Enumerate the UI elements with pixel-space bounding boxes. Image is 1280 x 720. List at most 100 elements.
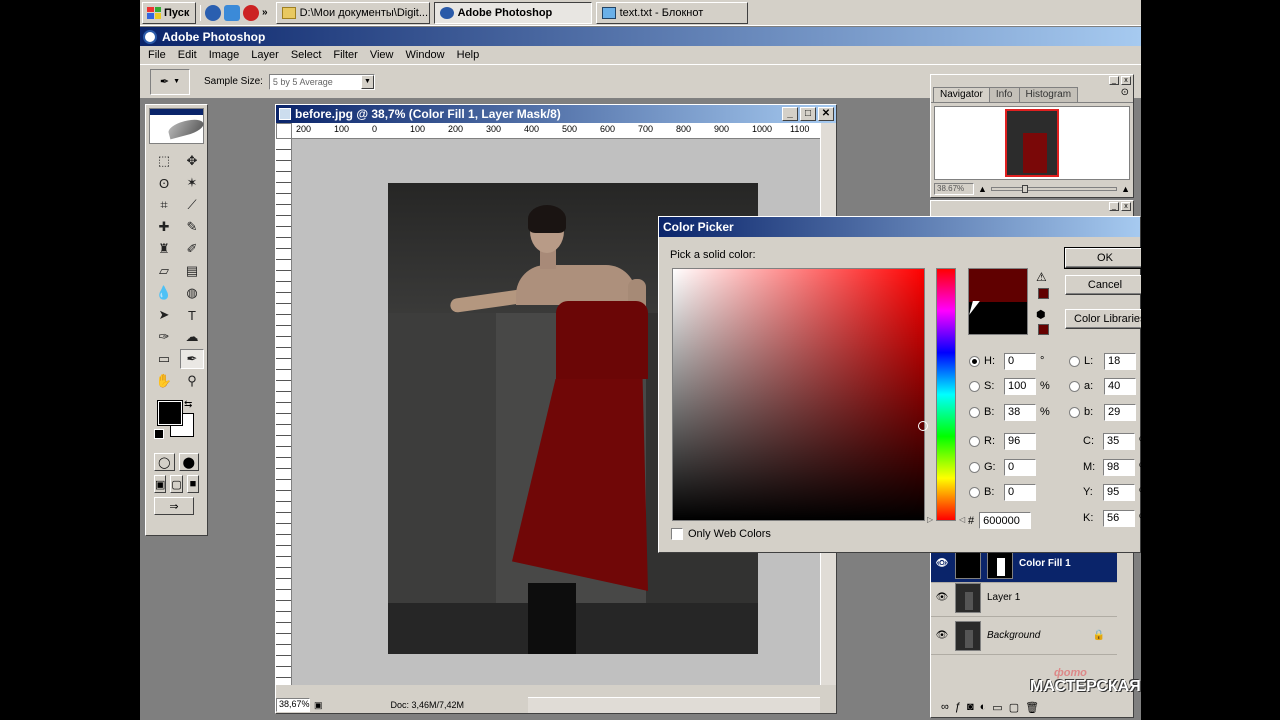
foreground-color[interactable] [157, 400, 183, 426]
vertical-ruler[interactable] [276, 139, 292, 685]
web-safe-color-swatch[interactable] [1038, 324, 1049, 335]
web-colors-option[interactable]: Only Web Colors [671, 528, 771, 540]
panel-menu-icon[interactable]: ⊙ [1121, 87, 1129, 102]
gamut-color-swatch[interactable] [1038, 288, 1049, 299]
history-brush-icon[interactable]: ✐ [180, 239, 204, 259]
menu-help[interactable]: Help [451, 49, 486, 61]
shape-tool-icon[interactable]: ☁ [180, 327, 204, 347]
layer-row[interactable]: 👁 Layer 1 [931, 579, 1117, 617]
zoom-field[interactable]: 38,67% [276, 698, 310, 712]
minimize-button[interactable]: _ [782, 107, 798, 121]
task-explorer[interactable]: D:\Мои документы\Digit... [275, 1, 430, 24]
crop-tool-icon[interactable]: ⌗ [152, 195, 176, 215]
swap-colors-icon[interactable]: ⇆ [184, 399, 192, 410]
menu-image[interactable]: Image [203, 49, 246, 61]
panel-close-button[interactable]: x [1121, 202, 1131, 211]
add-mask-icon[interactable]: ◙ [967, 701, 974, 713]
yellow-input[interactable]: 95 [1103, 483, 1135, 501]
healing-brush-icon[interactable]: ✚ [152, 217, 176, 237]
adjustment-layer-icon[interactable]: ◐ [980, 701, 987, 713]
layer-row[interactable]: 👁 Background 🔒 [931, 617, 1117, 655]
screen-mode-standard-icon[interactable]: ▣ [154, 475, 167, 493]
path-select-icon[interactable]: ➤ [152, 305, 176, 325]
red-radio[interactable] [969, 435, 980, 447]
dodge-tool-icon[interactable]: ◍ [180, 283, 204, 303]
menu-filter[interactable]: Filter [327, 49, 363, 61]
standard-mode-icon[interactable]: ◯ [154, 453, 175, 471]
zoom-in-icon[interactable]: ▲ [1121, 184, 1130, 194]
magic-wand-icon[interactable]: ✶ [180, 173, 204, 193]
screen-mode-full-icon[interactable]: ■ [186, 475, 199, 493]
ok-button[interactable]: OK [1064, 247, 1141, 269]
zoom-tool-icon[interactable]: ⚲ [180, 371, 204, 391]
eye-icon[interactable]: 👁 [935, 592, 949, 603]
eye-icon[interactable]: 👁 [935, 558, 949, 569]
quickmask-mode-icon[interactable]: ⬤ [178, 453, 199, 471]
hue-slider-left-arrow[interactable]: ▷ [927, 515, 933, 524]
menu-view[interactable]: View [364, 49, 400, 61]
hand-tool-icon[interactable]: ✋ [152, 371, 176, 391]
layer-style-icon[interactable]: ƒ [955, 701, 961, 713]
menu-edit[interactable]: Edit [172, 49, 203, 61]
notes-tool-icon[interactable]: ▭ [152, 349, 176, 369]
green-radio[interactable] [969, 461, 980, 473]
horizontal-scrollbar[interactable] [528, 697, 820, 713]
eye-icon[interactable]: 👁 [935, 630, 949, 641]
move-tool-icon[interactable]: ✥ [180, 151, 204, 171]
menu-layer[interactable]: Layer [245, 49, 285, 61]
color-field-marker[interactable] [918, 421, 928, 431]
hue-slider[interactable] [936, 268, 956, 521]
start-button[interactable]: Пуск [142, 1, 196, 24]
saturation-input[interactable]: 100 [1004, 377, 1036, 395]
media-player-icon[interactable] [243, 4, 259, 21]
brightness-radio[interactable] [969, 406, 980, 418]
menu-window[interactable]: Window [400, 49, 451, 61]
color-libraries-button[interactable]: Color Libraries [1065, 309, 1141, 329]
brightness-input[interactable]: 38 [1004, 403, 1036, 421]
saturation-radio[interactable] [969, 380, 980, 392]
trash-icon[interactable]: 🗑 [1025, 701, 1039, 714]
lab-a-input[interactable]: 40 [1104, 377, 1136, 395]
zoom-out-icon[interactable]: ▲ [978, 184, 987, 194]
brush-tool-icon[interactable]: ✎ [180, 217, 204, 237]
quick-launch-more[interactable]: » [262, 7, 268, 18]
tab-info[interactable]: Info [988, 87, 1020, 102]
lab-b-radio[interactable] [1069, 406, 1080, 418]
eraser-icon[interactable]: ▱ [152, 261, 176, 281]
cyan-input[interactable]: 35 [1103, 432, 1135, 450]
status-menu-icon[interactable]: ▣ [314, 700, 323, 711]
maximize-button[interactable]: □ [800, 107, 816, 121]
color-field[interactable] [672, 268, 925, 521]
new-layer-icon[interactable]: ▢ [1009, 701, 1019, 714]
web-safe-warning-icon[interactable]: ⬢ [1036, 308, 1046, 321]
lab-l-input[interactable]: 18 [1104, 352, 1136, 370]
default-colors-icon[interactable] [154, 429, 164, 439]
link-icon[interactable]: ∞ [941, 701, 949, 713]
slice-tool-icon[interactable]: ⟋ [180, 195, 204, 215]
blue-radio[interactable] [969, 486, 980, 498]
pen-tool-icon[interactable]: ✑ [152, 327, 176, 347]
gradient-tool-icon[interactable]: ▤ [180, 261, 204, 281]
lab-a-radio[interactable] [1069, 380, 1080, 392]
cancel-button[interactable]: Cancel [1065, 275, 1141, 295]
tab-histogram[interactable]: Histogram [1018, 87, 1079, 102]
lasso-tool-icon[interactable]: ʘ [152, 173, 176, 193]
sample-size-select[interactable]: 5 by 5 Average ▼ [268, 73, 375, 90]
close-button[interactable]: ✕ [818, 107, 834, 121]
doc-size-info[interactable]: Doc: 3,46M/7,42M [391, 700, 465, 710]
marquee-tool-icon[interactable]: ⬚ [152, 151, 176, 171]
panel-minimize-button[interactable]: _ [1109, 202, 1119, 211]
lab-b-input[interactable]: 29 [1104, 403, 1136, 421]
lab-l-radio[interactable] [1069, 355, 1080, 367]
hex-input[interactable]: 600000 [979, 512, 1032, 529]
task-notepad[interactable]: text.txt - Блокнот [595, 1, 748, 24]
black-input[interactable]: 56 [1103, 509, 1135, 527]
type-tool-icon[interactable]: T [180, 305, 204, 325]
hue-input[interactable]: 0 [1004, 352, 1036, 370]
red-input[interactable]: 96 [1004, 432, 1036, 450]
screen-mode-full-menu-icon[interactable]: ▢ [170, 475, 183, 493]
green-input[interactable]: 0 [1004, 458, 1036, 476]
navigator-zoom-field[interactable]: 38.67% [934, 183, 974, 195]
navigator-preview[interactable] [934, 106, 1130, 180]
tab-navigator[interactable]: Navigator [933, 87, 990, 102]
